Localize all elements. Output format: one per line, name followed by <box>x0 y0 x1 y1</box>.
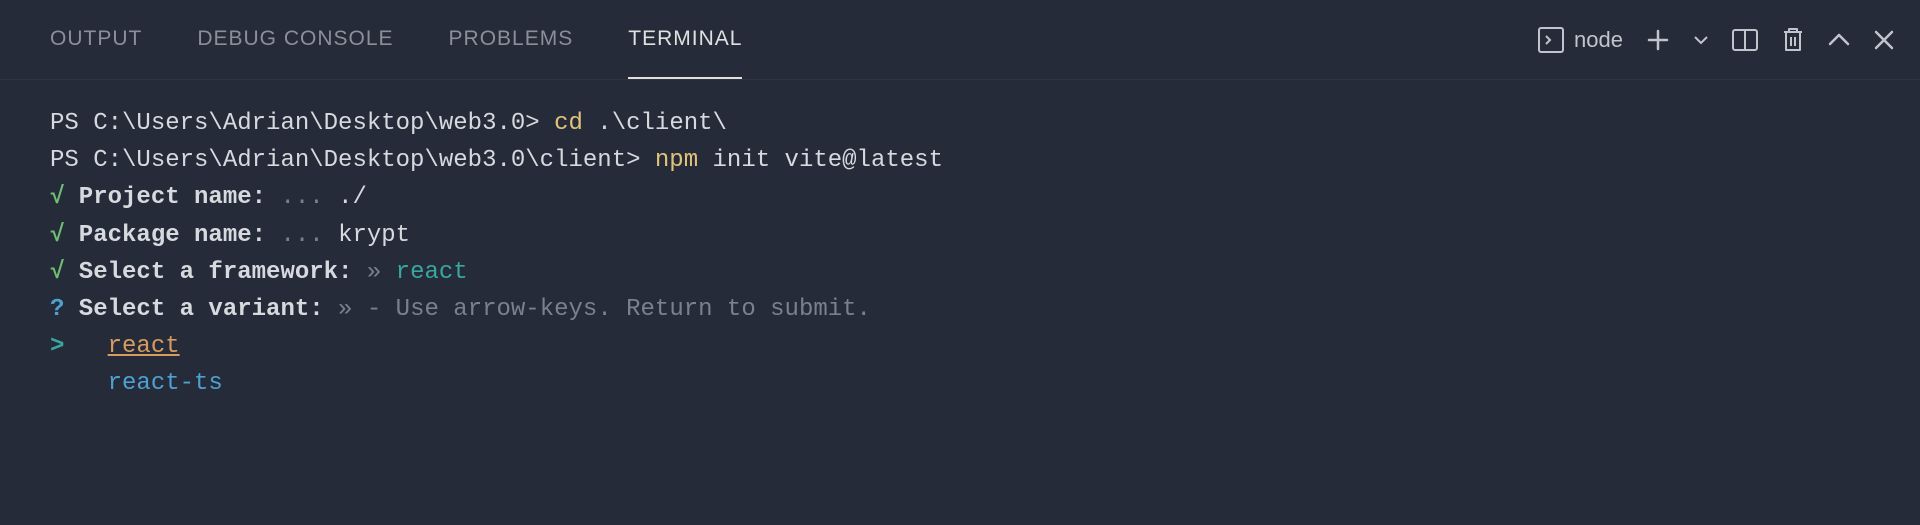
terminal-shell-icon <box>1538 27 1564 53</box>
prompt-label: Select a variant: <box>64 296 323 323</box>
terminal-output[interactable]: PS C:\Users\Adrian\Desktop\web3.0> cd .\… <box>0 80 1920 428</box>
command-binary: cd <box>554 110 583 137</box>
prompt-label: Select a framework: <box>64 259 352 286</box>
panel-tab-bar: OUTPUT DEBUG CONSOLE PROBLEMS TERMINAL n… <box>0 0 1920 80</box>
prompt-answer: react <box>396 259 468 286</box>
new-terminal-button[interactable] <box>1645 27 1671 53</box>
prompt-label: Project name: <box>64 184 266 211</box>
prompt-separator: » <box>352 259 395 286</box>
check-icon: √ <box>50 259 64 286</box>
prompt-separator: ... <box>266 222 338 249</box>
new-terminal-dropdown[interactable] <box>1693 32 1709 48</box>
tab-debug-console[interactable]: DEBUG CONSOLE <box>197 0 393 79</box>
terminal-line: ? Select a variant: » - Use arrow-keys. … <box>50 291 1870 328</box>
terminal-line: PS C:\Users\Adrian\Desktop\web3.0> cd .\… <box>50 105 1870 142</box>
maximize-panel-button[interactable] <box>1827 28 1851 52</box>
terminal-line: √ Project name: ... ./ <box>50 179 1870 216</box>
prompt-separator: ... <box>266 184 338 211</box>
selection-arrow-icon: > <box>50 333 64 360</box>
terminal-line: PS C:\Users\Adrian\Desktop\web3.0\client… <box>50 142 1870 179</box>
ps-prompt: PS C:\Users\Adrian\Desktop\web3.0> <box>50 110 554 137</box>
terminal-panel: OUTPUT DEBUG CONSOLE PROBLEMS TERMINAL n… <box>0 0 1920 525</box>
tab-terminal[interactable]: TERMINAL <box>628 0 742 79</box>
command-args: .\client\ <box>583 110 727 137</box>
shell-name: node <box>1574 27 1623 53</box>
check-icon: √ <box>50 222 64 249</box>
option-pad <box>64 333 107 360</box>
terminal-line: > react <box>50 328 1870 365</box>
split-terminal-button[interactable] <box>1731 27 1759 53</box>
terminal-toolbar: node <box>1538 26 1895 54</box>
close-panel-button[interactable] <box>1873 29 1895 51</box>
tab-output[interactable]: OUTPUT <box>50 0 142 79</box>
variant-option-selected: react <box>108 333 180 360</box>
prompt-separator: » <box>324 296 367 323</box>
prompt-hint: - Use arrow-keys. Return to submit. <box>367 296 871 323</box>
terminal-line: react-ts <box>50 365 1870 402</box>
ps-prompt: PS C:\Users\Adrian\Desktop\web3.0\client… <box>50 147 655 174</box>
prompt-answer: ./ <box>338 184 367 211</box>
kill-terminal-button[interactable] <box>1781 26 1805 54</box>
tab-problems[interactable]: PROBLEMS <box>449 0 574 79</box>
prompt-answer: krypt <box>338 222 410 249</box>
prompt-label: Package name: <box>64 222 266 249</box>
command-binary: npm <box>655 147 698 174</box>
variant-option: react-ts <box>108 370 223 397</box>
command-args: init vite@latest <box>698 147 943 174</box>
check-icon: √ <box>50 184 64 211</box>
panel-tabs: OUTPUT DEBUG CONSOLE PROBLEMS TERMINAL <box>50 0 742 79</box>
terminal-line: √ Package name: ... krypt <box>50 217 1870 254</box>
terminal-line: √ Select a framework: » react <box>50 254 1870 291</box>
question-icon: ? <box>50 296 64 323</box>
shell-selector[interactable]: node <box>1538 27 1623 53</box>
option-pad <box>50 370 108 397</box>
